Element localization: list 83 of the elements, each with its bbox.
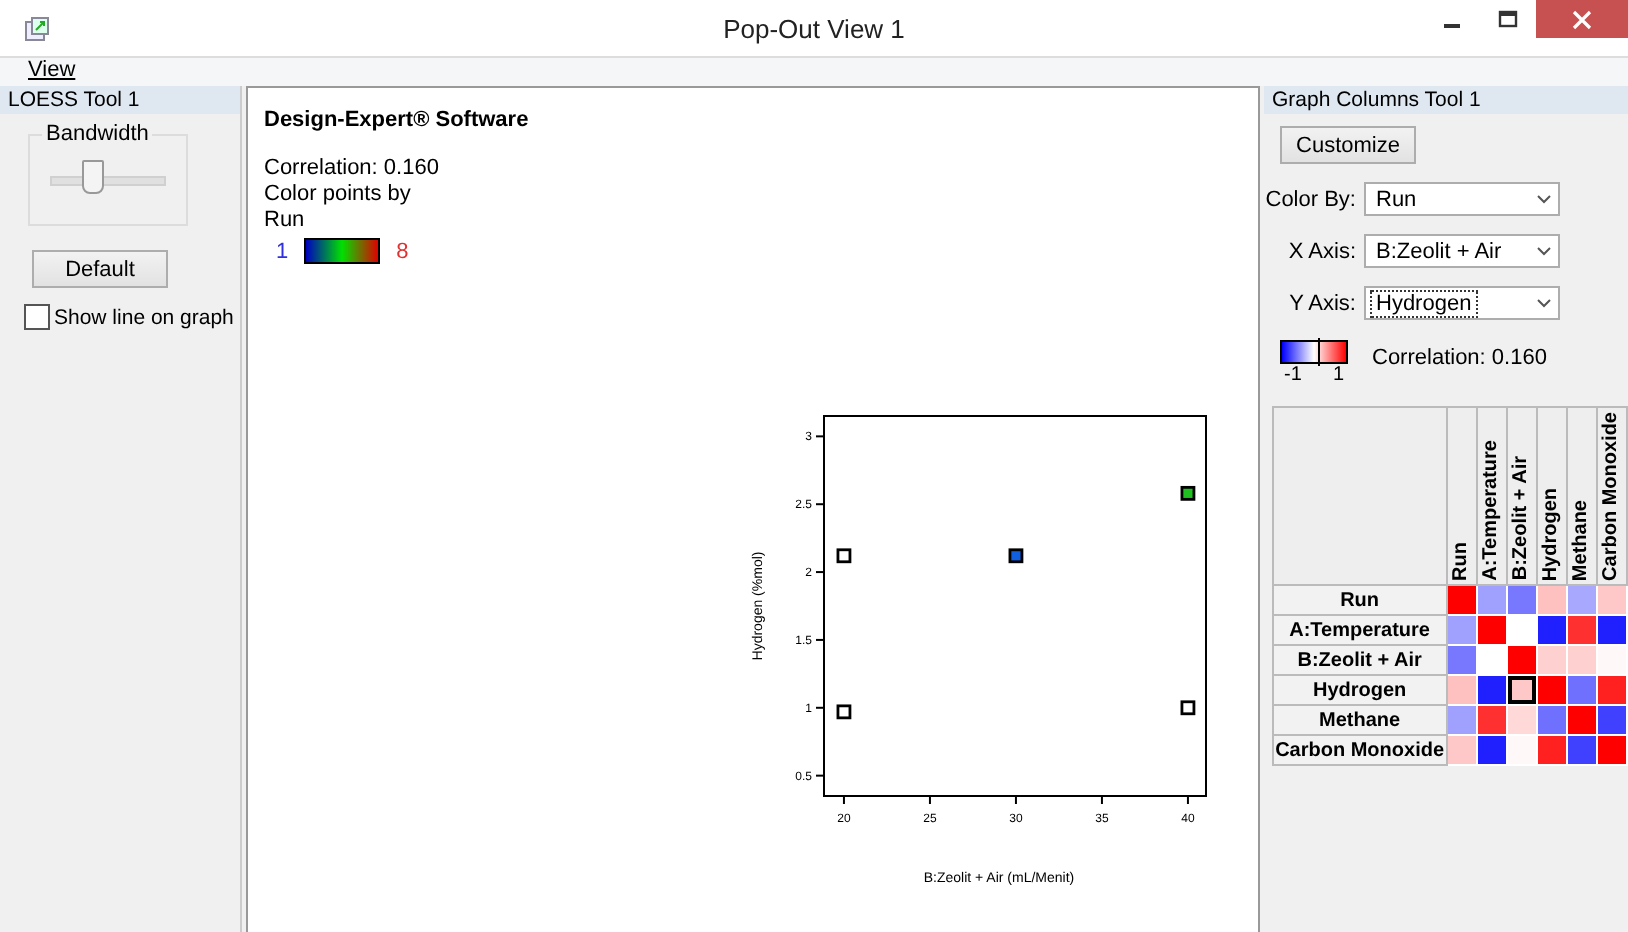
field-label: Color By: bbox=[1264, 187, 1358, 211]
correlation-cell[interactable] bbox=[1537, 676, 1566, 705]
chevron-down-icon bbox=[1536, 298, 1552, 308]
correlation-cell[interactable] bbox=[1447, 616, 1476, 645]
correlation-cell[interactable] bbox=[1537, 736, 1566, 765]
row-header: Methane bbox=[1273, 705, 1447, 736]
minimize-icon bbox=[1444, 23, 1460, 27]
column-header: B:Zeolit + Air bbox=[1510, 454, 1533, 585]
column-header: Carbon Monoxide bbox=[1600, 410, 1623, 585]
correlation-cell[interactable] bbox=[1507, 676, 1536, 705]
correlation-cell[interactable] bbox=[1567, 706, 1596, 735]
graph-heading: Design-Expert® Software bbox=[264, 108, 531, 132]
dropdown[interactable]: Run bbox=[1364, 182, 1560, 216]
chevron-down-icon bbox=[1536, 194, 1552, 204]
correlation-cell[interactable] bbox=[1507, 586, 1536, 615]
row-header: Hydrogen bbox=[1273, 675, 1447, 706]
correlation-cell[interactable] bbox=[1537, 616, 1566, 645]
color-legend-gradient bbox=[304, 238, 381, 264]
correlation-cell[interactable] bbox=[1447, 676, 1476, 705]
column-header: Run bbox=[1450, 540, 1473, 585]
popout-window-icon bbox=[24, 15, 50, 41]
correlation-cell[interactable] bbox=[1477, 616, 1506, 645]
correlation-cell[interactable] bbox=[1447, 586, 1476, 615]
scale-min: -1 bbox=[1284, 364, 1302, 386]
correlation-text: Correlation: 0.160 bbox=[1372, 346, 1547, 370]
dropdown[interactable]: Hydrogen bbox=[1364, 286, 1560, 320]
legend-max: 8 bbox=[396, 239, 409, 263]
correlation-cell[interactable] bbox=[1567, 736, 1596, 765]
correlation-cell[interactable] bbox=[1597, 736, 1626, 765]
correlation-cell[interactable] bbox=[1507, 616, 1536, 645]
field-label: X Axis: bbox=[1286, 239, 1358, 263]
graph-info-text: Run bbox=[264, 208, 307, 234]
correlation-cell[interactable] bbox=[1567, 646, 1596, 675]
close-icon bbox=[1572, 9, 1592, 29]
correlation-cell[interactable] bbox=[1447, 706, 1476, 735]
correlation-cell[interactable] bbox=[1507, 706, 1536, 735]
correlation-cell[interactable] bbox=[1597, 706, 1626, 735]
column-header: Methane bbox=[1570, 497, 1593, 585]
correlation-cell[interactable] bbox=[1477, 676, 1506, 705]
default-button[interactable]: Default bbox=[32, 250, 168, 288]
row-header: Carbon Monoxide bbox=[1273, 735, 1447, 766]
graph-info-text: Correlation: 0.160 bbox=[264, 156, 441, 182]
window-title: Pop-Out View 1 bbox=[723, 13, 905, 43]
correlation-cell[interactable] bbox=[1507, 736, 1536, 765]
row-header: A:Temperature bbox=[1273, 615, 1447, 646]
correlation-cell[interactable] bbox=[1537, 586, 1566, 615]
column-header: Hydrogen bbox=[1540, 485, 1563, 585]
checkbox[interactable] bbox=[24, 304, 50, 330]
close-button[interactable] bbox=[1536, 0, 1628, 38]
correlation-cell[interactable] bbox=[1567, 616, 1596, 645]
row-header: B:Zeolit + Air bbox=[1273, 645, 1447, 676]
scale-max: 1 bbox=[1332, 364, 1344, 386]
dropdown[interactable]: B:Zeolit + Air bbox=[1364, 234, 1560, 268]
customize-button[interactable]: Customize bbox=[1280, 126, 1416, 164]
legend-min: 1 bbox=[276, 239, 289, 263]
correlation-scale bbox=[1280, 340, 1348, 364]
correlation-cell[interactable] bbox=[1477, 736, 1506, 765]
correlation-cell[interactable] bbox=[1597, 676, 1626, 705]
correlation-cell[interactable] bbox=[1567, 676, 1596, 705]
correlation-cell[interactable] bbox=[1477, 586, 1506, 615]
panel-title: LOESS Tool 1 bbox=[0, 86, 240, 114]
checkbox-label: Show line on graph bbox=[54, 305, 234, 329]
correlation-cell[interactable] bbox=[1567, 586, 1596, 615]
slider-track[interactable] bbox=[50, 160, 166, 194]
correlation-cell[interactable] bbox=[1597, 586, 1626, 615]
correlation-cell[interactable] bbox=[1477, 646, 1506, 675]
correlation-cell[interactable] bbox=[1537, 646, 1566, 675]
graph-info-text: Color points by bbox=[264, 182, 413, 208]
field-label: Y Axis: bbox=[1287, 291, 1358, 315]
correlation-cell[interactable] bbox=[1537, 706, 1566, 735]
correlation-cell[interactable] bbox=[1507, 646, 1536, 675]
column-header: A:Temperature bbox=[1480, 438, 1503, 585]
correlation-cell[interactable] bbox=[1597, 646, 1626, 675]
correlation-cell[interactable] bbox=[1477, 706, 1506, 735]
maximize-icon bbox=[1498, 9, 1518, 29]
correlation-cell[interactable] bbox=[1447, 646, 1476, 675]
panel-title: Graph Columns Tool 1 bbox=[1264, 86, 1628, 114]
correlation-cell[interactable] bbox=[1447, 736, 1476, 765]
correlation-cell[interactable] bbox=[1597, 616, 1626, 645]
row-header: Run bbox=[1273, 585, 1447, 616]
menu-item[interactable]: View bbox=[28, 58, 76, 86]
chevron-down-icon bbox=[1536, 246, 1552, 256]
slider-thumb[interactable] bbox=[82, 160, 105, 194]
